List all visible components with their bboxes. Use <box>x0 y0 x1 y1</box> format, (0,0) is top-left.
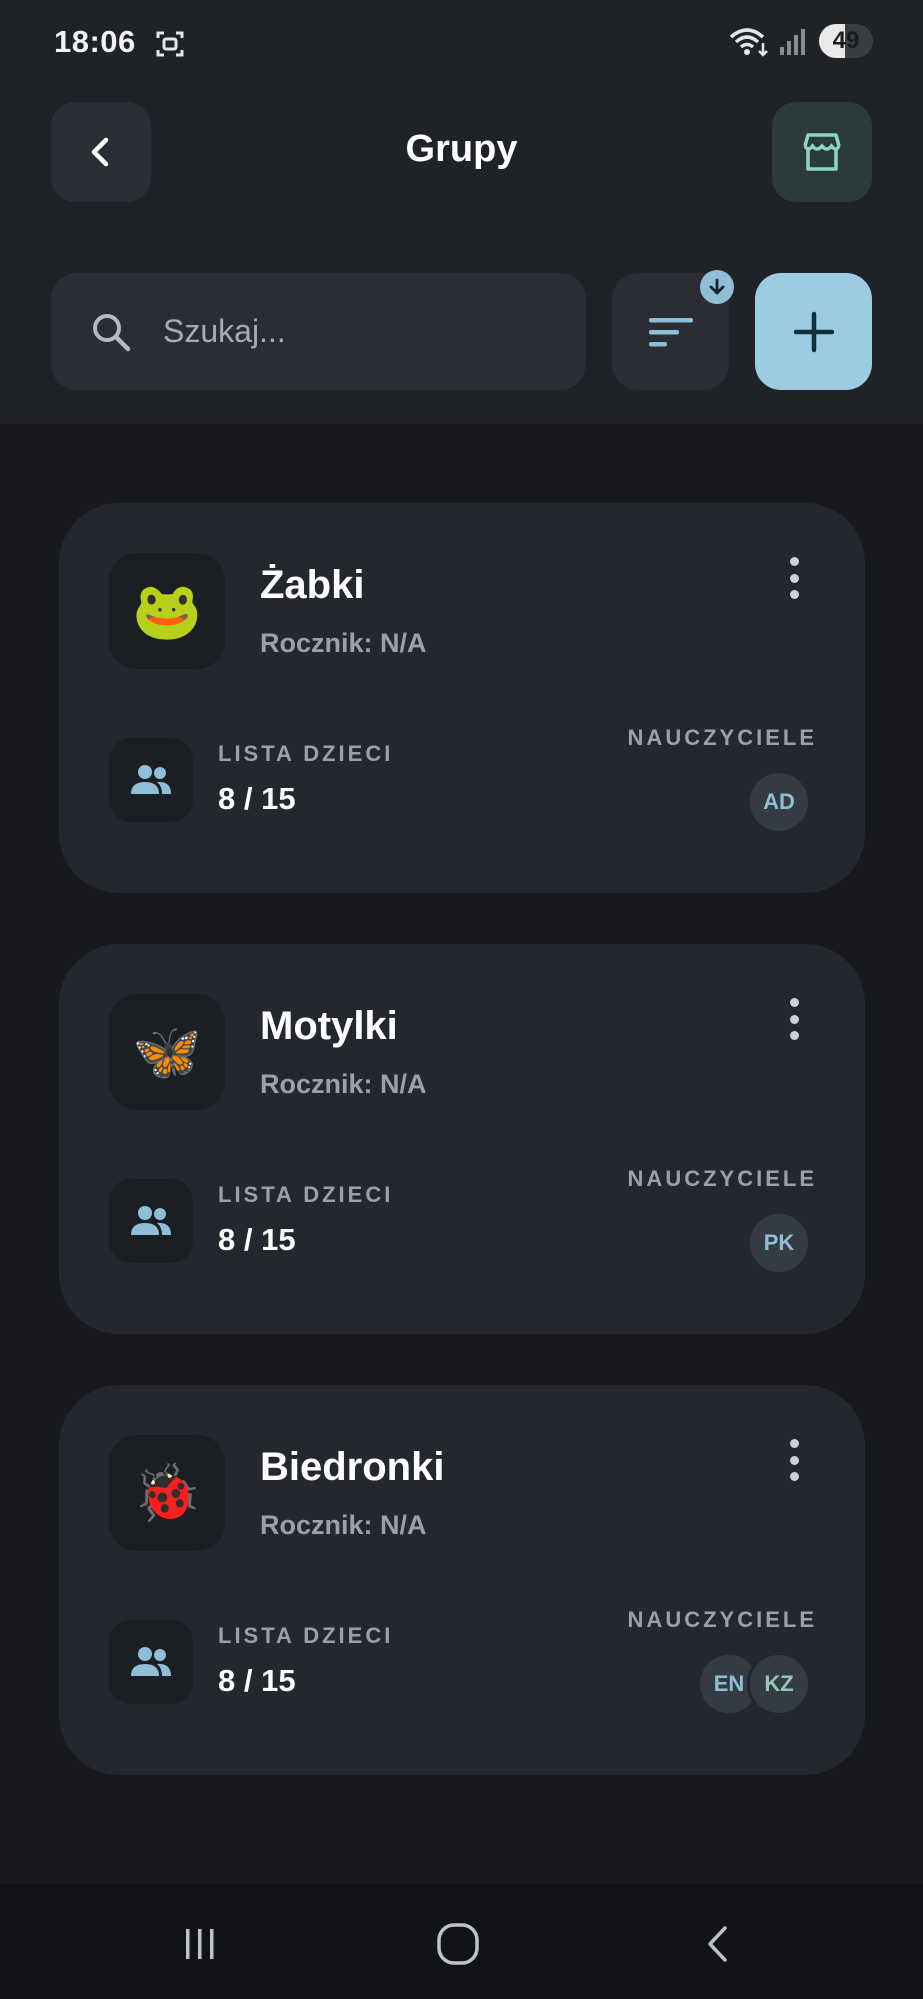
teachers-label: NAUCZYCIELE <box>627 1607 817 1632</box>
children-list-label: LISTA DZIECI <box>218 1182 394 1207</box>
store-button[interactable] <box>772 102 872 202</box>
group-emoji: 🐸 <box>109 553 225 669</box>
group-year: Rocznik: N/A <box>260 1069 427 1099</box>
store-icon <box>803 133 841 171</box>
recents-icon <box>186 1929 214 1959</box>
teachers-avatars: AD <box>747 770 811 834</box>
more-vertical-icon[interactable] <box>772 1435 816 1485</box>
group-name: Żabki <box>260 563 365 607</box>
people-icon <box>131 765 171 794</box>
battery-indicator: 49 <box>819 24 873 58</box>
more-vertical-icon[interactable] <box>772 994 816 1044</box>
group-card[interactable]: 🐞 Biedronki Rocznik: N/A LISTA DZIECI 8 … <box>59 1385 865 1775</box>
group-card[interactable]: 🦋 Motylki Rocznik: N/A LISTA DZIECI 8 / … <box>59 944 865 1334</box>
screen-recording-icon <box>156 31 184 57</box>
group-emoji: 🐞 <box>109 1435 225 1551</box>
teacher-avatar[interactable]: KZ <box>747 1652 811 1716</box>
group-name: Motylki <box>260 1004 398 1048</box>
children-list-label: LISTA DZIECI <box>218 1623 394 1648</box>
more-vertical-icon[interactable] <box>772 553 816 603</box>
children-list-button[interactable] <box>109 1179 193 1263</box>
teachers-avatars: KZ EN <box>697 1652 811 1716</box>
back-icon <box>708 1926 727 1962</box>
search-icon <box>93 313 131 351</box>
signal-icon <box>780 29 805 55</box>
people-icon <box>131 1206 171 1235</box>
plus-icon <box>793 311 834 352</box>
sort-icon <box>648 317 693 346</box>
arrow-down-icon <box>709 278 725 295</box>
home-button[interactable] <box>428 1914 488 1974</box>
teacher-avatar[interactable]: PK <box>747 1211 811 1275</box>
recents-button[interactable] <box>170 1914 230 1974</box>
add-group-button[interactable] <box>755 273 872 390</box>
group-emoji: 🦋 <box>109 994 225 1110</box>
children-count: 8 / 15 <box>218 1222 296 1257</box>
people-icon <box>131 1647 171 1676</box>
search-field[interactable] <box>51 273 586 390</box>
children-list-label: LISTA DZIECI <box>218 741 394 766</box>
teachers-label: NAUCZYCIELE <box>627 1166 817 1191</box>
nav-back-button[interactable] <box>688 1914 748 1974</box>
children-count: 8 / 15 <box>218 781 296 816</box>
group-year: Rocznik: N/A <box>260 1510 427 1540</box>
battery-level: 49 <box>832 27 860 54</box>
wifi-icon <box>729 28 768 57</box>
group-name: Biedronki <box>260 1445 445 1489</box>
system-navigation-bar <box>0 1884 923 1999</box>
search-input[interactable] <box>161 312 525 351</box>
home-icon <box>437 1923 479 1965</box>
group-card[interactable]: 🐸 Żabki Rocznik: N/A LISTA DZIECI 8 / 15… <box>59 503 865 893</box>
status-time: 18:06 <box>54 24 136 59</box>
group-year: Rocznik: N/A <box>260 628 427 658</box>
sort-direction-badge <box>700 270 734 304</box>
status-indicators: 49 <box>727 24 873 58</box>
children-list-button[interactable] <box>109 738 193 822</box>
teacher-avatar[interactable]: AD <box>747 770 811 834</box>
children-list-button[interactable] <box>109 1620 193 1704</box>
children-count: 8 / 15 <box>218 1663 296 1698</box>
teachers-avatars: PK <box>747 1211 811 1275</box>
teachers-label: NAUCZYCIELE <box>627 725 817 750</box>
